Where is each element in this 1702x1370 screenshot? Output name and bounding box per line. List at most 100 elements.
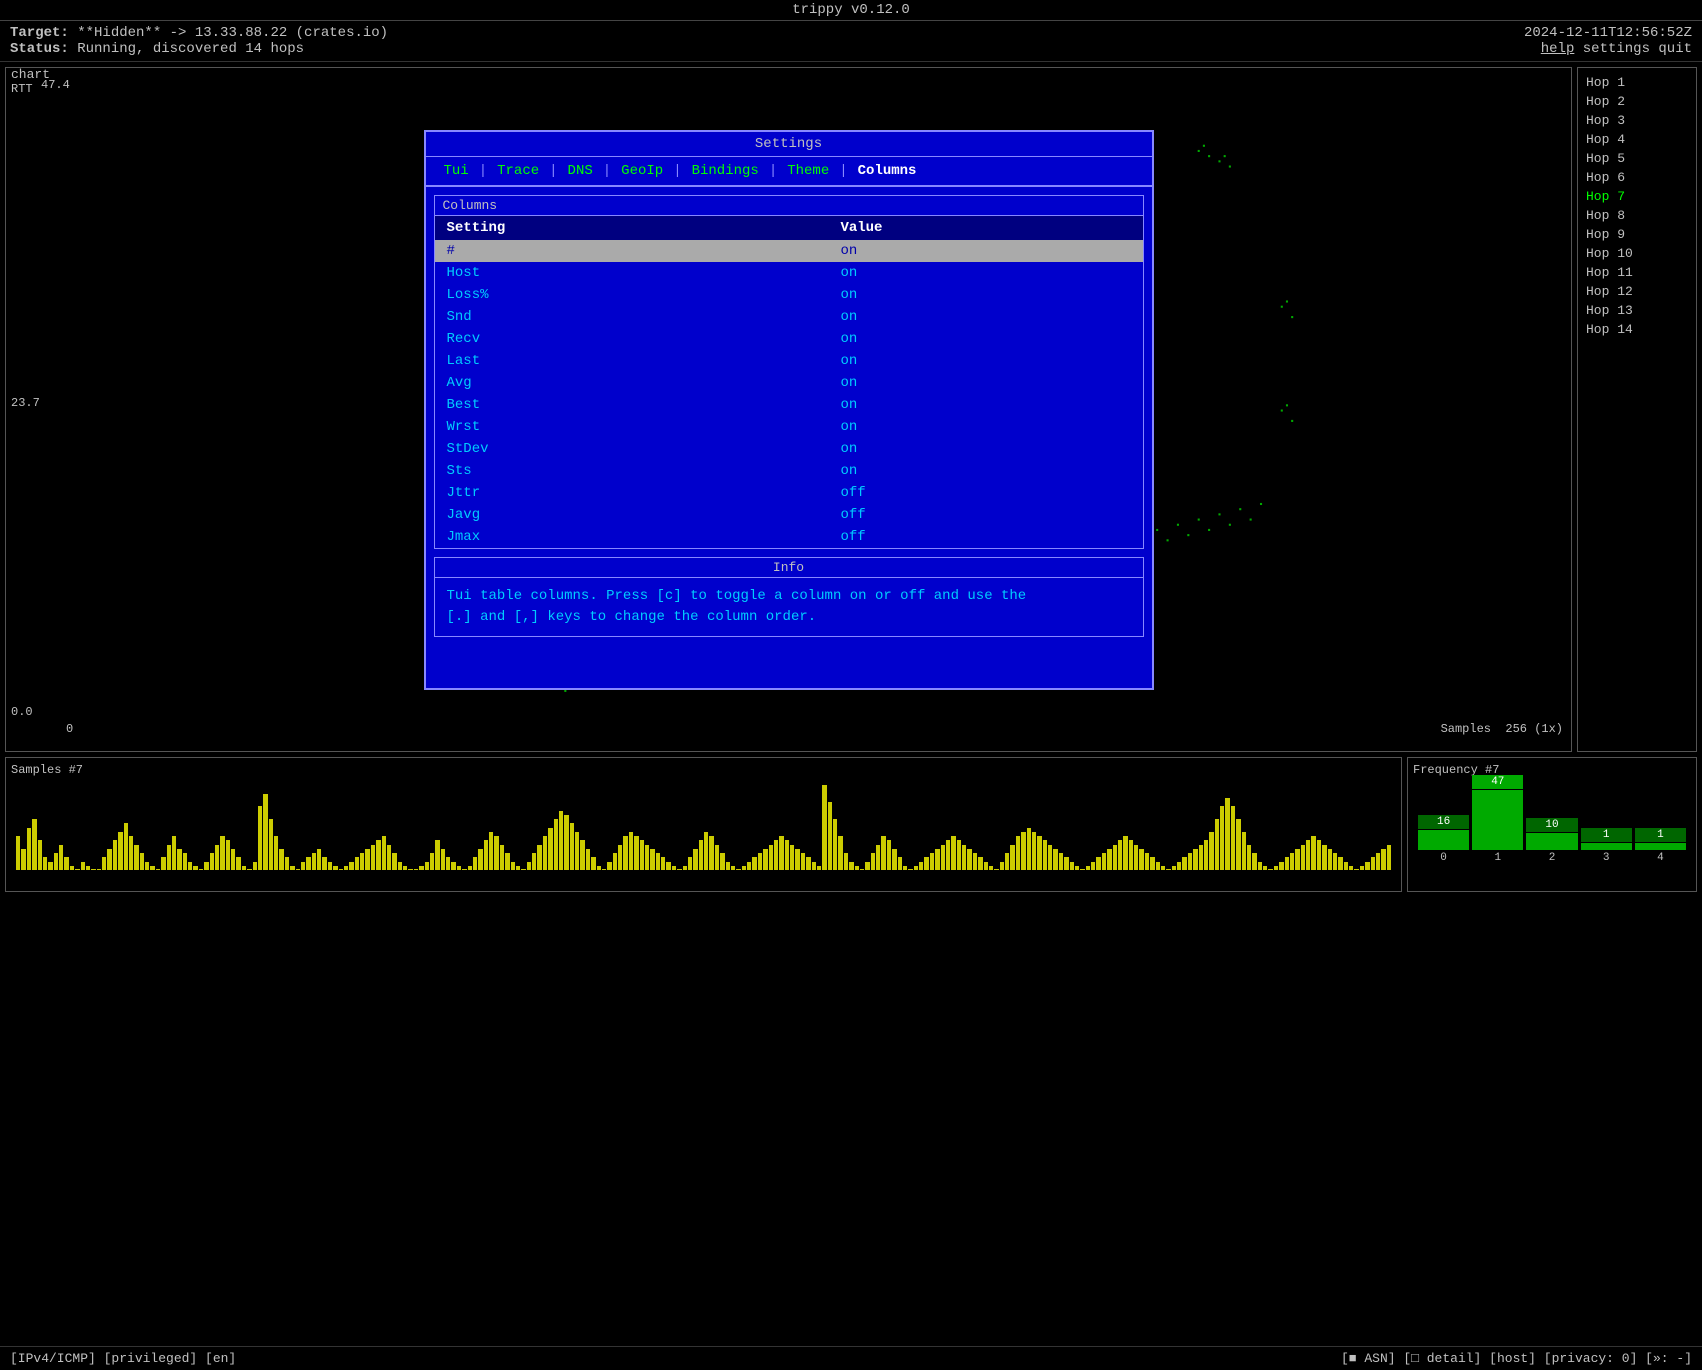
column-row-snd[interactable]: Sndon: [435, 306, 1143, 328]
tab-separator-5: |: [767, 163, 779, 179]
column-row-recv[interactable]: Recvon: [435, 328, 1143, 350]
sample-bar-36: [210, 853, 214, 870]
quit-link[interactable]: quit: [1658, 41, 1692, 57]
sample-bar-248: [1349, 866, 1353, 870]
sample-bar-139: [763, 849, 767, 870]
hop-item-9[interactable]: Hop 9: [1578, 225, 1696, 244]
sample-bar-232: [1263, 866, 1267, 870]
column-row-jmax[interactable]: Jmaxoff: [435, 526, 1143, 548]
sample-bar-47: [269, 819, 273, 870]
samples-panel-title: Samples #7: [11, 763, 1396, 777]
sample-bar-65: [365, 849, 369, 870]
sample-bar-81: [451, 862, 455, 871]
sample-bar-41: [236, 857, 240, 870]
sample-bar-84: [468, 866, 472, 870]
hop-item-10[interactable]: Hop 10: [1578, 244, 1696, 263]
column-row-host[interactable]: Hoston: [435, 262, 1143, 284]
sample-bar-205: [1118, 840, 1122, 870]
hop-item-14[interactable]: Hop 14: [1578, 320, 1696, 339]
sample-bar-60: [339, 869, 343, 870]
sample-bar-137: [752, 857, 756, 870]
column-row-sts[interactable]: Stson: [435, 460, 1143, 482]
sample-bar-235: [1279, 862, 1283, 871]
tab-bindings[interactable]: Bindings: [684, 163, 767, 179]
sample-bar-242: [1317, 840, 1321, 870]
sample-bar-54: [306, 857, 310, 870]
sample-bar-231: [1258, 862, 1262, 871]
sample-bar-214: [1166, 869, 1170, 870]
tab-columns[interactable]: Columns: [850, 163, 925, 179]
sample-bar-153: [838, 836, 842, 870]
col-setting-11: Jttr: [435, 482, 829, 504]
sample-bar-240: [1306, 840, 1310, 870]
sample-bar-50: [285, 857, 289, 870]
sample-bar-27: [161, 857, 165, 870]
sample-bar-51: [290, 866, 294, 870]
sample-bar-17: [107, 849, 111, 870]
help-link[interactable]: help: [1541, 41, 1575, 57]
column-row-avg[interactable]: Avgon: [435, 372, 1143, 394]
sample-bar-71: [398, 862, 402, 871]
sample-bar-155: [849, 862, 853, 871]
tab-trace[interactable]: Trace: [489, 163, 547, 179]
tab-geoip[interactable]: GeoIp: [613, 163, 671, 179]
sample-bar-143: [785, 840, 789, 870]
hop-item-12[interactable]: Hop 12: [1578, 282, 1696, 301]
column-row-jttr[interactable]: Jttroff: [435, 482, 1143, 504]
hop-item-13[interactable]: Hop 13: [1578, 301, 1696, 320]
hop-item-11[interactable]: Hop 11: [1578, 263, 1696, 282]
column-row-javg[interactable]: Javgoff: [435, 504, 1143, 526]
sample-bar-188: [1027, 828, 1031, 871]
sample-bar-67: [376, 840, 380, 870]
sample-bar-16: [102, 857, 106, 870]
sample-bar-64: [360, 853, 364, 870]
column-row-wrst[interactable]: Wrston: [435, 416, 1143, 438]
sample-bar-138: [758, 853, 762, 870]
frequency-bars: 16471011: [1413, 780, 1691, 850]
tab-separator-2: |: [547, 163, 559, 179]
settings-link[interactable]: settings: [1583, 41, 1650, 57]
sample-bar-113: [623, 836, 627, 870]
sample-bar-140: [769, 845, 773, 871]
col-value-4: on: [828, 328, 1142, 350]
column-row-last[interactable]: Laston: [435, 350, 1143, 372]
hop-item-5[interactable]: Hop 5: [1578, 149, 1696, 168]
hop-item-4[interactable]: Hop 4: [1578, 130, 1696, 149]
sample-bar-136: [747, 862, 751, 871]
sample-bar-87: [484, 840, 488, 870]
sample-bar-61: [344, 866, 348, 870]
sample-bar-210: [1145, 853, 1149, 870]
sample-bar-57: [322, 857, 326, 870]
column-row-loss%[interactable]: Loss%on: [435, 284, 1143, 306]
sample-bar-102: [564, 815, 568, 870]
tab-dns[interactable]: DNS: [560, 163, 601, 179]
tab-theme[interactable]: Theme: [779, 163, 837, 179]
sample-bar-204: [1113, 845, 1117, 871]
hop-item-6[interactable]: Hop 6: [1578, 168, 1696, 187]
sample-bar-169: [924, 857, 928, 870]
hop-item-2[interactable]: Hop 2: [1578, 92, 1696, 111]
sample-bar-110: [607, 862, 611, 871]
col-value-12: off: [828, 504, 1142, 526]
sample-bar-39: [226, 840, 230, 870]
sample-bar-219: [1193, 849, 1197, 870]
column-row-best[interactable]: Beston: [435, 394, 1143, 416]
hop-item-8[interactable]: Hop 8: [1578, 206, 1696, 225]
hop-item-3[interactable]: Hop 3: [1578, 111, 1696, 130]
sample-bar-95: [527, 862, 531, 871]
target-value: **Hidden** -> 13.33.88.22 (crates.io): [77, 25, 388, 41]
sample-bar-122: [672, 866, 676, 870]
hop-item-7[interactable]: Hop 7: [1578, 187, 1696, 206]
sample-bar-59: [333, 866, 337, 870]
sample-bar-10: [70, 866, 74, 870]
sample-bar-241: [1311, 836, 1315, 870]
sample-bar-133: [731, 866, 735, 870]
sample-bar-134: [736, 869, 740, 870]
column-row-#[interactable]: #on: [435, 240, 1143, 262]
tab-tui[interactable]: Tui: [436, 163, 477, 179]
column-row-stdev[interactable]: StDevon: [435, 438, 1143, 460]
sample-bar-62: [349, 862, 353, 871]
header-right: 2024-12-11T12:56:52Z help settings quit: [1524, 25, 1692, 57]
hop-item-1[interactable]: Hop 1: [1578, 73, 1696, 92]
sample-bar-78: [435, 840, 439, 870]
